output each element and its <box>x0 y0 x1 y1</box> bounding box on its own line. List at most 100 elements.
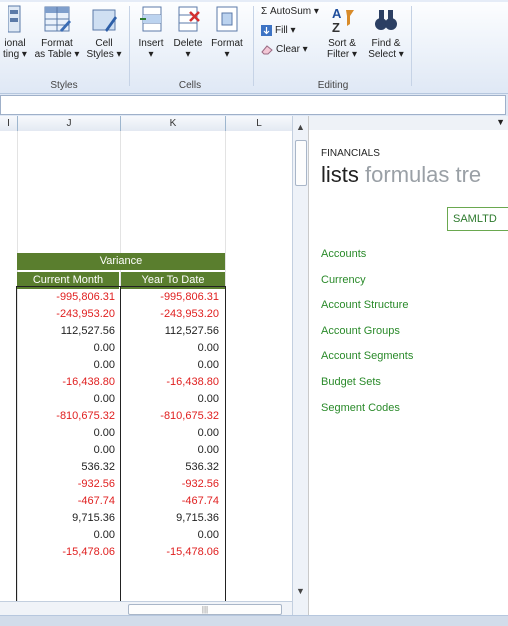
format-as-table-label-2: as Table ▾ <box>34 49 80 60</box>
cell-styles-button[interactable]: Cell Styles ▾ <box>84 4 124 60</box>
year-to-date-cell[interactable]: 112,527.56 <box>121 323 222 340</box>
pane-link[interactable]: Segment Codes <box>321 402 413 428</box>
cell-styles-label-1: Cell <box>95 38 113 49</box>
vertical-scrollbar[interactable]: ▲ ▼ <box>292 116 309 615</box>
autosum-button[interactable]: Σ AutoSum ▾ <box>261 6 319 17</box>
pane-link[interactable]: Account Groups <box>321 325 413 351</box>
vertical-scroll-thumb[interactable] <box>295 140 307 186</box>
insert-button[interactable]: Insert ▾ <box>134 4 168 60</box>
year-to-date-cell[interactable]: -932.56 <box>121 476 222 493</box>
sort-filter-button[interactable]: A Z Sort & Filter ▾ <box>320 4 364 60</box>
insert-label: Insert <box>138 38 164 49</box>
current-month-cell[interactable]: 0.00 <box>17 527 118 544</box>
binoculars-icon <box>375 10 397 30</box>
format-chevron-down-icon: ▾ <box>224 49 230 60</box>
table-row: -243,953.20 -243,953.20 <box>17 306 225 323</box>
current-month-cell[interactable]: -243,953.20 <box>17 306 118 323</box>
pane-menu-chevron-icon[interactable]: ▼ <box>496 117 505 127</box>
current-month-cell[interactable]: 112,527.56 <box>17 323 118 340</box>
pane-tabs: lists formulas tre <box>321 162 481 188</box>
styles-group-label: Styles <box>50 80 78 91</box>
year-to-date-cell[interactable]: -16,438.80 <box>121 374 222 391</box>
year-to-date-cell[interactable]: -810,675.32 <box>121 408 222 425</box>
pane-link[interactable]: Account Segments <box>321 350 413 376</box>
year-to-date-cell[interactable]: 0.00 <box>121 425 222 442</box>
scroll-down-arrow-icon[interactable]: ▼ <box>296 586 305 596</box>
clear-button[interactable]: Clear ▾ <box>261 44 308 55</box>
tab-formulas[interactable]: formulas tre <box>365 162 481 187</box>
delete-chevron-down-icon: ▾ <box>185 49 191 60</box>
year-to-date-cell[interactable]: 536.32 <box>121 459 222 476</box>
table-row: 112,527.56 112,527.56 <box>17 323 225 340</box>
column-header-l[interactable]: L <box>226 116 292 131</box>
horizontal-scrollbar[interactable]: ||| <box>0 601 292 616</box>
cell-styles-icon <box>92 9 117 32</box>
clear-label: Clear ▾ <box>276 44 308 55</box>
fill-down-icon <box>261 25 272 36</box>
current-month-cell[interactable]: 0.00 <box>17 340 118 357</box>
year-to-date-cell[interactable]: -995,806.31 <box>121 289 222 306</box>
pane-link[interactable]: Accounts <box>321 248 413 274</box>
format-as-table-icon <box>44 6 71 32</box>
year-to-date-cell[interactable]: -15,478.06 <box>121 544 222 561</box>
year-to-date-cell[interactable]: 0.00 <box>121 391 222 408</box>
year-to-date-cell[interactable]: 0.00 <box>121 340 222 357</box>
current-month-cell[interactable]: -932.56 <box>17 476 118 493</box>
column-header-k[interactable]: K <box>121 116 226 131</box>
sort-filter-label-2: Filter ▾ <box>326 49 358 60</box>
eraser-icon <box>261 45 273 55</box>
fill-button[interactable]: Fill ▾ <box>261 25 296 36</box>
current-month-cell[interactable]: -810,675.32 <box>17 408 118 425</box>
current-month-cell[interactable]: -15,478.06 <box>17 544 118 561</box>
table-row: 9,715.36 9,715.36 <box>17 510 225 527</box>
delete-button[interactable]: Delete ▾ <box>170 4 206 60</box>
current-month-cell[interactable]: 0.00 <box>17 391 118 408</box>
conditional-formatting-label-2: ting ▾ <box>3 49 27 60</box>
tab-lists[interactable]: lists <box>321 162 359 187</box>
format-cells-icon <box>216 6 238 32</box>
current-month-cell[interactable]: -467.74 <box>17 493 118 510</box>
sort-filter-label-1: Sort & <box>328 38 356 49</box>
pane-link[interactable]: Currency <box>321 274 413 300</box>
ribbon-separator <box>411 6 412 86</box>
current-month-cell[interactable]: 9,715.36 <box>17 510 118 527</box>
format-as-table-button[interactable]: Format as Table ▾ <box>34 4 80 60</box>
column-header-i[interactable]: I <box>0 116 18 131</box>
conditional-formatting-label-1: ional <box>4 38 26 49</box>
pane-link[interactable]: Budget Sets <box>321 376 413 402</box>
worksheet-grid[interactable]: Variance Current Month Year To Date -995… <box>0 131 292 601</box>
ribbon: ional ting ▾ Format as Table ▾ Cell Styl… <box>0 0 508 94</box>
conditional-formatting-button[interactable]: ional ting ▾ <box>0 4 30 60</box>
formula-bar <box>0 94 508 116</box>
format-button[interactable]: Format ▾ <box>208 4 246 60</box>
task-pane: ▼ FINANCIALS lists formulas tre SAMLTD A… <box>308 116 508 615</box>
current-month-cell[interactable]: 0.00 <box>17 357 118 374</box>
year-to-date-cell[interactable]: 0.00 <box>121 527 222 544</box>
table-row: -995,806.31 -995,806.31 <box>17 289 225 306</box>
company-selector[interactable]: SAMLTD <box>447 207 508 231</box>
year-to-date-cell[interactable]: 0.00 <box>121 357 222 374</box>
current-month-cell[interactable]: 0.00 <box>17 442 118 459</box>
table-row: -810,675.32 -810,675.32 <box>17 408 225 425</box>
current-month-cell[interactable]: -16,438.80 <box>17 374 118 391</box>
find-select-button[interactable]: Find & Select ▾ <box>364 4 408 60</box>
ribbon-separator <box>129 6 130 86</box>
table-row: 0.00 0.00 <box>17 357 225 374</box>
horizontal-scroll-thumb[interactable]: ||| <box>128 604 282 615</box>
status-bar <box>0 615 508 626</box>
current-month-cell[interactable]: -995,806.31 <box>17 289 118 306</box>
formula-input[interactable] <box>0 95 506 115</box>
current-month-cell[interactable]: 0.00 <box>17 425 118 442</box>
pane-link[interactable]: Account Structure <box>321 299 413 325</box>
scroll-up-arrow-icon[interactable]: ▲ <box>296 122 305 132</box>
autosum-label: Σ AutoSum ▾ <box>261 6 319 17</box>
year-to-date-cell[interactable]: 9,715.36 <box>121 510 222 527</box>
cell-styles-label-2: Styles ▾ <box>86 49 122 60</box>
column-header-j[interactable]: J <box>18 116 121 131</box>
find-select-label-2: Select ▾ <box>368 49 404 60</box>
current-month-cell[interactable]: 536.32 <box>17 459 118 476</box>
format-as-table-label-1: Format <box>41 38 73 49</box>
year-to-date-cell[interactable]: 0.00 <box>121 442 222 459</box>
year-to-date-cell[interactable]: -243,953.20 <box>121 306 222 323</box>
year-to-date-cell[interactable]: -467.74 <box>121 493 222 510</box>
